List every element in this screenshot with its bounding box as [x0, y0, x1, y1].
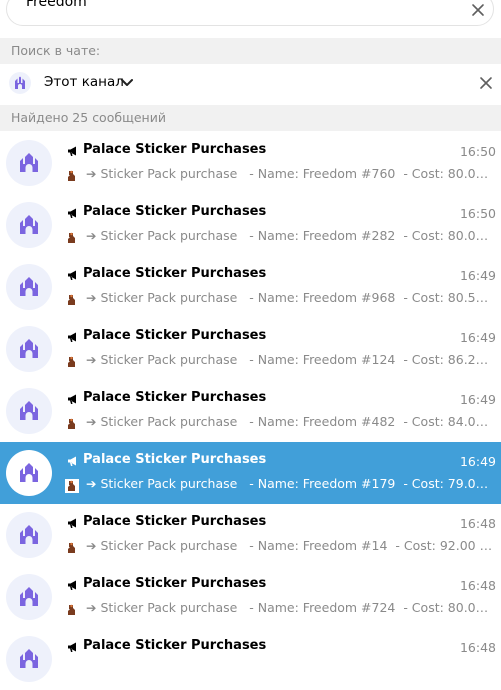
sticker-thumbnail-icon — [68, 232, 75, 243]
message-time: 16:50 — [459, 144, 496, 159]
palace-logo-icon — [20, 525, 38, 544]
message-preview: ➔ Sticker Pack purchase - Name: Freedom … — [86, 166, 496, 181]
message-time: 16:49 — [459, 454, 496, 469]
list-item[interactable]: Palace Sticker Purchases 16:49 ➔ Sticker P… — [0, 380, 501, 442]
megaphone-icon — [68, 456, 76, 466]
chat-filter-label[interactable]: Этот канал — [44, 74, 124, 90]
palace-logo-icon — [20, 215, 38, 234]
results-count-header: Найдено 25 сообщений — [0, 105, 501, 131]
avatar — [6, 202, 52, 248]
megaphone-icon — [68, 642, 76, 652]
palace-logo-icon — [20, 277, 38, 296]
chevron-down-icon[interactable] — [120, 78, 134, 88]
sticker-thumbnail-icon — [68, 294, 75, 305]
list-item[interactable]: Palace Sticker Purchases 16:49 ➔ Sticker P… — [0, 442, 501, 504]
palace-logo-icon — [20, 339, 38, 358]
list-item[interactable]: Palace Sticker Purchases 16:48 ➔ Sticker P… — [0, 504, 501, 566]
close-icon[interactable] — [478, 75, 494, 91]
palace-logo-icon — [20, 587, 38, 606]
chat-title: Palace Sticker Purchases — [83, 328, 267, 343]
message-preview: ➔ Sticker Pack purchase - Name: Freedom … — [86, 600, 496, 615]
chat-title: Palace Sticker Purchases — [83, 266, 267, 281]
message-time: 16:48 — [459, 578, 496, 593]
list-item[interactable]: Palace Sticker Purchases 16:50 ➔ Sticker P… — [0, 194, 501, 256]
palace-logo-icon — [20, 463, 38, 482]
sticker-thumbnail-icon — [68, 418, 75, 429]
megaphone-icon — [68, 208, 76, 218]
message-preview: ➔ Sticker Pack purchase - Name: Freedom … — [86, 290, 496, 305]
megaphone-icon — [68, 146, 76, 156]
megaphone-icon — [68, 332, 76, 342]
chat-title: Palace Sticker Purchases — [83, 204, 267, 219]
avatar — [6, 326, 52, 372]
close-icon[interactable] — [470, 2, 486, 18]
chat-title: Palace Sticker Purchases — [83, 514, 267, 529]
message-time: 16:49 — [459, 330, 496, 345]
sticker-thumbnail-icon — [65, 479, 79, 493]
channel-avatar-icon — [9, 72, 31, 94]
message-time: 16:48 — [459, 640, 496, 655]
search-query[interactable]: Freedom — [26, 0, 87, 10]
list-item[interactable]: Palace Sticker Purchases 16:49 ➔ Sticker P… — [0, 318, 501, 380]
message-time: 16:48 — [459, 516, 496, 531]
megaphone-icon — [68, 270, 76, 280]
avatar — [6, 636, 52, 682]
avatar — [6, 574, 52, 620]
search-input[interactable]: Freedom — [6, 0, 494, 26]
chat-title: Palace Sticker Purchases — [83, 576, 267, 591]
chat-title: Palace Sticker Purchases — [83, 638, 267, 653]
avatar — [6, 388, 52, 434]
message-time: 16:49 — [459, 392, 496, 407]
palace-logo-icon — [20, 153, 38, 172]
chat-title: Palace Sticker Purchases — [83, 142, 267, 157]
avatar — [6, 140, 52, 186]
sticker-thumbnail-icon — [68, 170, 75, 181]
avatar — [6, 512, 52, 558]
avatar — [6, 264, 52, 310]
palace-logo-icon — [20, 649, 38, 668]
palace-logo-icon — [20, 401, 38, 420]
chat-title: Palace Sticker Purchases — [83, 452, 267, 467]
list-item[interactable]: Palace Sticker Purchases 16:50 ➔ Sticker P… — [0, 132, 501, 194]
chat-title: Palace Sticker Purchases — [83, 390, 267, 405]
sticker-thumbnail-icon — [68, 604, 75, 615]
sticker-thumbnail-icon — [68, 542, 75, 553]
message-preview: ➔ Sticker Pack purchase - Name: Freedom … — [86, 228, 496, 243]
megaphone-icon — [68, 580, 76, 590]
megaphone-icon — [68, 518, 76, 528]
message-preview: ➔ Sticker Pack purchase - Name: Freedom … — [86, 538, 496, 553]
avatar — [6, 450, 52, 496]
message-preview: ➔ Sticker Pack purchase - Name: Freedom … — [86, 352, 496, 367]
megaphone-icon — [68, 394, 76, 404]
list-item[interactable]: Palace Sticker Purchases 16:48 — [0, 628, 501, 690]
list-item[interactable]: Palace Sticker Purchases 16:48 ➔ Sticker P… — [0, 566, 501, 628]
message-time: 16:50 — [459, 206, 496, 221]
message-preview: ➔ Sticker Pack purchase - Name: Freedom … — [86, 414, 496, 429]
list-item[interactable]: Palace Sticker Purchases 16:49 ➔ Sticker P… — [0, 256, 501, 318]
search-bar: Freedom — [0, 0, 501, 37]
sticker-thumbnail-icon — [68, 356, 75, 367]
message-preview: ➔ Sticker Pack purchase - Name: Freedom … — [86, 476, 496, 491]
search-in-chat-label: Поиск в чате: — [0, 38, 501, 64]
message-time: 16:49 — [459, 268, 496, 283]
